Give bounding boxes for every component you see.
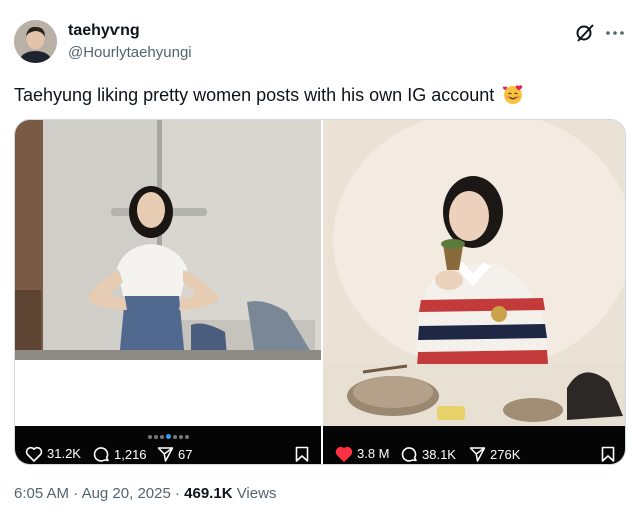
tweet-time[interactable]: 6:05 AM <box>14 485 69 502</box>
media-image-left[interactable]: 31.2K 1,216 67 <box>15 120 321 464</box>
share-count: 276K <box>490 446 521 462</box>
comment-stat[interactable]: 1,216 <box>93 446 147 463</box>
avatar[interactable] <box>14 20 57 63</box>
author-handle[interactable]: @Hourlytaehyungi <box>68 43 192 63</box>
bookmark-icon[interactable] <box>295 446 309 464</box>
like-count: 3.8 M <box>357 446 390 461</box>
like-stat[interactable]: 31.2K <box>25 446 81 462</box>
tweet-date[interactable]: Aug 20, 2025 <box>82 485 171 502</box>
media-grid[interactable]: 31.2K 1,216 67 3.8 M 38.1K 276K <box>14 119 626 465</box>
more-options-icon[interactable] <box>604 22 626 44</box>
comment-count: 38.1K <box>422 446 456 462</box>
comment-count: 1,216 <box>114 446 147 462</box>
views-count[interactable]: 469.1K <box>184 485 232 502</box>
photo-mirror-selfie[interactable] <box>15 120 321 360</box>
share-stat[interactable]: 67 <box>157 446 192 463</box>
comment-icon <box>93 447 109 462</box>
like-stat[interactable]: 3.8 M <box>335 446 390 462</box>
carousel-dots <box>15 432 321 439</box>
carousel-dot <box>178 435 183 439</box>
views-label: Views <box>236 485 277 502</box>
author-display-name[interactable]: taehyѵng <box>68 21 192 41</box>
photo-dining-table[interactable] <box>323 120 625 432</box>
carousel-dot-active <box>165 434 171 439</box>
comment-icon <box>401 447 417 462</box>
carousel-dot <box>147 435 152 439</box>
grok-icon[interactable] <box>574 22 596 44</box>
ig-action-bar: 3.8 M 38.1K 276K <box>323 426 625 464</box>
tweet-text: Taehyung liking pretty women posts with … <box>14 83 626 107</box>
comment-stat[interactable]: 38.1K <box>401 446 456 463</box>
share-icon <box>157 447 174 462</box>
carousel-dot <box>172 435 177 439</box>
author-names: taehyѵng @Hourlytaehyungi <box>68 21 192 63</box>
tweet-text-content: Taehyung liking pretty women posts with … <box>14 85 495 105</box>
heart-filled-icon <box>335 446 353 462</box>
bookmark-icon[interactable] <box>601 446 615 464</box>
heart-outline-icon <box>25 446 43 462</box>
share-stat[interactable]: 276K <box>469 446 520 463</box>
share-icon <box>469 447 486 462</box>
media-image-right[interactable]: 3.8 M 38.1K 276K <box>323 120 625 464</box>
tweet-header: taehyѵng @Hourlytaehyungi <box>14 18 626 66</box>
carousel-dot <box>159 435 164 439</box>
carousel-dot <box>184 435 189 439</box>
like-count: 31.2K <box>47 446 81 461</box>
tweet-meta: 6:05 AM · Aug 20, 2025 · 469.1K Views <box>14 484 276 504</box>
smiling-face-with-hearts-icon <box>502 83 524 105</box>
meta-separator: · <box>174 485 180 502</box>
meta-separator: · <box>73 485 79 502</box>
ig-action-bar: 31.2K 1,216 67 <box>15 426 321 464</box>
carousel-dot <box>153 435 158 439</box>
share-count: 67 <box>178 446 193 462</box>
